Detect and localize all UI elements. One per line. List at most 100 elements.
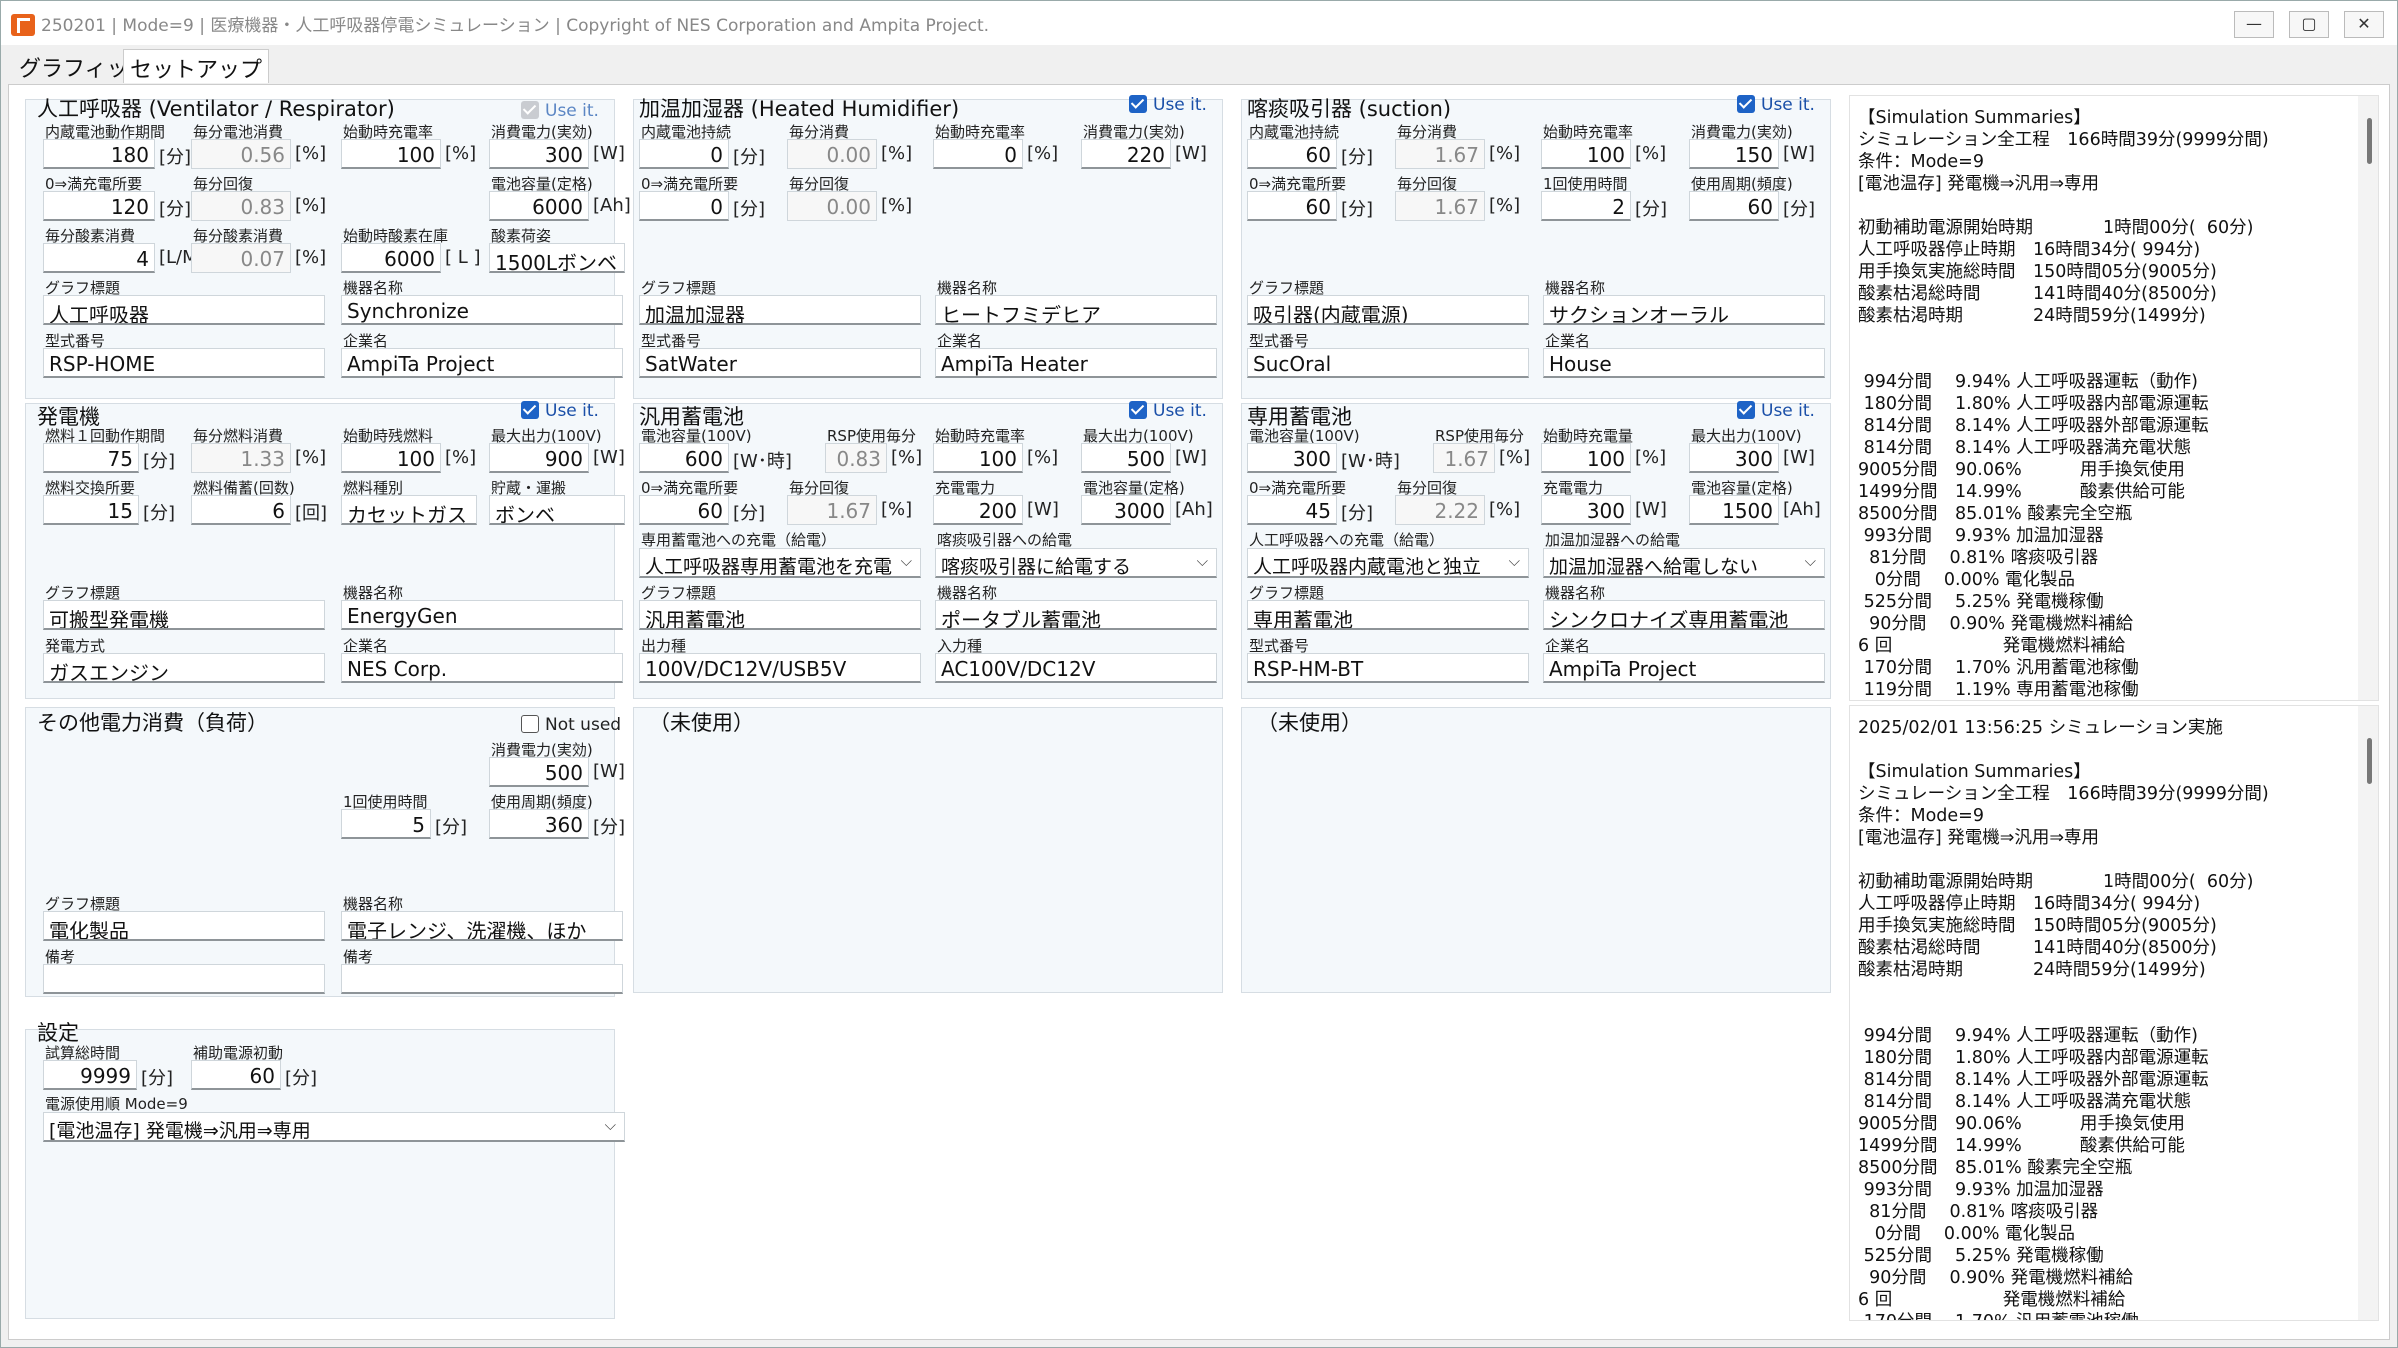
vent-company-input[interactable]: AmpiTa Project (341, 348, 623, 378)
bat-input-type-input[interactable]: AC100V/DC12V (935, 653, 1217, 683)
hum-start-charge-input[interactable]: 0 (933, 139, 1023, 169)
other-use-cycle-input[interactable]: 360 (489, 809, 589, 839)
bat-rsp-use-input[interactable]: 0.83 (825, 443, 887, 473)
gen-fuel-type-input[interactable]: カセットガス (341, 495, 477, 525)
ded-charge-power-input[interactable]: 300 (1541, 495, 1631, 525)
suc-graph-title-input[interactable]: 吸引器(内蔵電源) (1247, 295, 1529, 325)
hum-power-input[interactable]: 220 (1081, 139, 1171, 169)
vent-model-input[interactable]: Synchronize (341, 295, 623, 325)
bat-start-charge-input[interactable]: 100 (933, 443, 1023, 473)
vent-graph-title-input[interactable]: 人工呼吸器 (43, 295, 325, 325)
bat-output-type-input[interactable]: 100V/DC12V/USB5V (639, 653, 921, 683)
bat-suction-supply-select[interactable]: 喀痰吸引器に給電する ⌵ (935, 548, 1217, 578)
set-aux-start-input[interactable]: 60 (191, 1060, 281, 1090)
suc-use-cycle-input[interactable]: 60 (1689, 191, 1779, 221)
vent-o2-consume-input[interactable]: 4 (43, 243, 155, 273)
suc-company-input[interactable]: House (1543, 348, 1825, 378)
ded-type-input[interactable]: RSP-HM-BT (1247, 653, 1529, 683)
ded-graph-title-input[interactable]: 専用蓄電池 (1247, 600, 1529, 630)
checkbox-icon[interactable] (521, 101, 539, 119)
gen-model-input[interactable]: EnergyGen (341, 600, 623, 630)
scrollbar-thumb[interactable] (2367, 118, 2372, 164)
ded-start-charge-input[interactable]: 100 (1541, 443, 1631, 473)
scrollbar-thumb[interactable] (2367, 738, 2372, 784)
other-use-time-input[interactable]: 5 (341, 809, 431, 839)
ded-max-output-input[interactable]: 300 (1689, 443, 1779, 473)
suc-recover-input[interactable]: 1.67 (1395, 191, 1485, 221)
title-bar[interactable]: 250201 | Mode=9 | 医療機器・人工呼吸器停電シミュレーション |… (1, 1, 2397, 45)
bat-capacity-rated-input[interactable]: 3000 (1081, 495, 1171, 525)
suc-full-charge-input[interactable]: 60 (1247, 191, 1337, 221)
scrollbar[interactable] (2358, 96, 2378, 700)
scrollbar[interactable] (2358, 706, 2378, 1320)
other-note2-input[interactable] (341, 964, 623, 994)
ded-company-input[interactable]: AmpiTa Project (1543, 653, 1825, 683)
ded-rsp-use-input[interactable]: 1.67 (1433, 443, 1495, 473)
vent-battery-duration-input[interactable]: 180 (43, 139, 155, 169)
bat-max-output-input[interactable]: 500 (1081, 443, 1171, 473)
vent-full-charge-input[interactable]: 120 (43, 191, 155, 221)
other-note1-input[interactable] (43, 964, 325, 994)
checkbox-icon[interactable] (1129, 401, 1147, 419)
ded-capacity-100v-input[interactable]: 300 (1247, 443, 1337, 473)
vent-o2-form-input[interactable]: 1500Lボンベ (489, 243, 625, 273)
ded-recover-input[interactable]: 2.22 (1395, 495, 1485, 525)
other-graph-title-input[interactable]: 電化製品 (43, 911, 325, 941)
tab-setup[interactable]: セットアップ (123, 49, 270, 83)
set-power-order-select[interactable]: [電池温存] 発電機⇒汎用⇒専用 ⌵ (43, 1112, 625, 1142)
hum-model-input[interactable]: ヒートフミデヒア (935, 295, 1217, 325)
gen-type-input[interactable]: ガスエンジン (43, 653, 325, 683)
vent-recover-input[interactable]: 0.83 (191, 191, 291, 221)
suc-type-input[interactable]: SucOral (1247, 348, 1529, 378)
bat-full-charge-input[interactable]: 60 (639, 495, 729, 525)
checkbox-icon[interactable] (1129, 95, 1147, 113)
bat-charge-power-input[interactable]: 200 (933, 495, 1023, 525)
bat-model-input[interactable]: ポータブル蓄電池 (935, 600, 1217, 630)
gen-refuel-time-input[interactable]: 15 (43, 495, 139, 525)
other-use-checkbox[interactable]: Not used (521, 715, 621, 735)
suc-battery-consume-input[interactable]: 1.67 (1395, 139, 1485, 169)
ded-vent-charge-select[interactable]: 人工呼吸器内蔵電池と独立 ⌵ (1247, 548, 1529, 578)
dedicated-use-checkbox[interactable]: Use it. (1737, 401, 1815, 421)
hum-graph-title-input[interactable]: 加温加湿器 (639, 295, 921, 325)
vent-power-input[interactable]: 300 (489, 139, 589, 169)
battery-use-checkbox[interactable]: Use it. (1129, 401, 1207, 421)
gen-graph-title-input[interactable]: 可搬型発電機 (43, 600, 325, 630)
ventilator-use-checkbox[interactable]: Use it. (521, 101, 599, 121)
suc-use-time-input[interactable]: 2 (1541, 191, 1631, 221)
ded-capacity-rated-input[interactable]: 1500 (1689, 495, 1779, 525)
bat-graph-title-input[interactable]: 汎用蓄電池 (639, 600, 921, 630)
gen-company-input[interactable]: NES Corp. (341, 653, 623, 683)
bat-recover-input[interactable]: 1.67 (787, 495, 877, 525)
hum-recover-input[interactable]: 0.00 (787, 191, 877, 221)
suction-use-checkbox[interactable]: Use it. (1737, 95, 1815, 115)
hum-battery-duration-input[interactable]: 0 (639, 139, 729, 169)
gen-run-period-input[interactable]: 75 (43, 443, 139, 473)
gen-fuel-consume-input[interactable]: 1.33 (191, 443, 291, 473)
generator-use-checkbox[interactable]: Use it. (521, 401, 599, 421)
summary-log-bottom[interactable]: 2025/02/01 13:56:25 シミュレーション実施 【Simulatio… (1849, 705, 2379, 1321)
ded-full-charge-input[interactable]: 45 (1247, 495, 1337, 525)
suc-power-input[interactable]: 150 (1689, 139, 1779, 169)
vent-o2-stock-input[interactable]: 6000 (341, 243, 441, 273)
gen-max-output-input[interactable]: 900 (489, 443, 589, 473)
suc-model-input[interactable]: サクションオーラル (1543, 295, 1825, 325)
checkbox-icon[interactable] (521, 715, 539, 733)
other-power-input[interactable]: 500 (489, 757, 589, 787)
gen-storage-input[interactable]: ボンベ (489, 495, 625, 525)
vent-type-input[interactable]: RSP-HOME (43, 348, 325, 378)
checkbox-icon[interactable] (1737, 95, 1755, 113)
hum-battery-consume-input[interactable]: 0.00 (787, 139, 877, 169)
set-total-time-input[interactable]: 9999 (43, 1060, 137, 1090)
bat-dedicated-charge-select[interactable]: 人工呼吸器専用蓄電池を充電 ⌵ (639, 548, 921, 578)
humidifier-use-checkbox[interactable]: Use it. (1129, 95, 1207, 115)
ded-model-input[interactable]: シンクロナイズ専用蓄電池 (1543, 600, 1825, 630)
vent-start-charge-input[interactable]: 100 (341, 139, 441, 169)
checkbox-icon[interactable] (1737, 401, 1755, 419)
maximize-button[interactable]: ▢ (2289, 11, 2329, 38)
checkbox-icon[interactable] (521, 401, 539, 419)
minimize-button[interactable]: — (2234, 11, 2274, 38)
gen-fuel-stock-input[interactable]: 6 (191, 495, 291, 525)
hum-type-input[interactable]: SatWater (639, 348, 921, 378)
ded-hum-supply-select[interactable]: 加温加湿器へ給電しない ⌵ (1543, 548, 1825, 578)
